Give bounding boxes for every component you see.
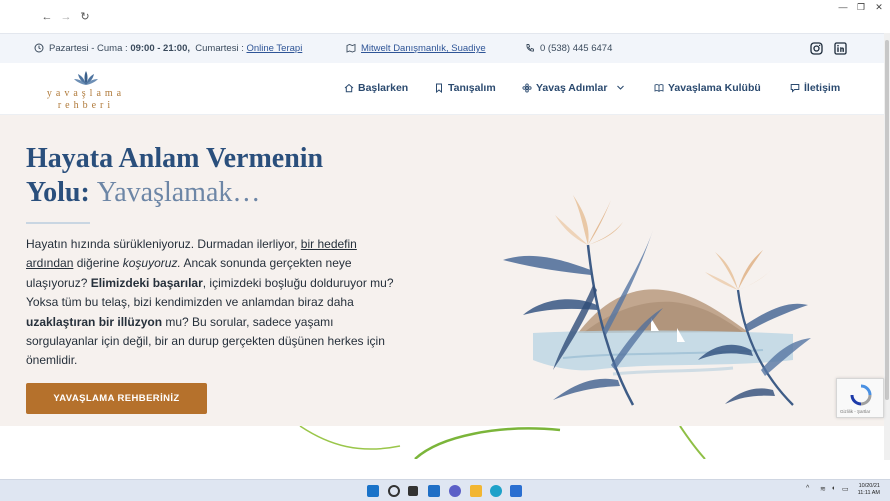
top-info-bar: Pazartesi - Cuma : 09:00 - 21:00, Cumart… <box>0 33 884 63</box>
close-icon[interactable]: ✕ <box>872 2 886 12</box>
battery-icon[interactable]: ▭ <box>842 485 849 493</box>
recaptcha-badge[interactable]: Gizlilik - Şartlar <box>836 378 884 418</box>
decorative-curves <box>299 425 706 460</box>
search-icon[interactable] <box>388 485 400 497</box>
logo-line-1: yavaşlama <box>46 88 126 99</box>
hero-illustration <box>503 195 811 406</box>
hero-section: Hayata Anlam Vermenin Yolu: Yavaşlamak… … <box>0 115 884 426</box>
hours-saturday-prefix: Cumartesi : <box>195 43 247 54</box>
browser-toolbar: ← → ↻ — ❐ ✕ <box>0 0 890 33</box>
nav-item-yavaslama-kulubu[interactable]: Yavaşlama Kulübü <box>654 82 761 94</box>
nav-item-tanisalim[interactable]: Tanışalım <box>434 82 496 94</box>
hero-title-line-1: Hayata Anlam Vermenin <box>26 143 324 174</box>
guide-cta-button[interactable]: YAVAŞLAMA REHBERİNİZ <box>26 383 207 414</box>
clock-date: 10/20/21 <box>858 483 880 489</box>
forward-arrow-icon[interactable]: → <box>60 11 72 23</box>
nav-item-baslarken[interactable]: Başlarken <box>344 82 408 94</box>
book-icon <box>654 84 664 92</box>
file-explorer-icon[interactable] <box>470 485 482 497</box>
minimize-icon[interactable]: — <box>836 2 850 12</box>
hero-title-accent: Yavaşlamak… <box>96 177 261 208</box>
back-arrow-icon[interactable]: ← <box>41 11 53 23</box>
map-icon <box>346 43 356 53</box>
start-icon[interactable] <box>367 485 379 497</box>
hours-prefix: Pazartesi - Cuma : <box>49 43 131 54</box>
address-link[interactable]: Mitwelt Danışmanlık, Suadiye <box>361 43 486 54</box>
recaptcha-icon <box>850 384 872 406</box>
system-clock[interactable]: 10/20/21 11:11 AM <box>852 483 880 497</box>
instagram-icon[interactable] <box>810 42 828 56</box>
address-info: Mitwelt Danışmanlık, Suadiye <box>346 43 486 54</box>
hours-weekday: 09:00 - 21:00, <box>130 43 190 54</box>
phone-number[interactable]: 0 (538) 445 6474 <box>540 43 612 54</box>
para-italic: koşuyoruz. <box>122 256 181 271</box>
next-section-preview <box>0 425 884 460</box>
phone-info: 0 (538) 445 6474 <box>525 43 612 54</box>
os-taskbar: ^ ≋ ◖ ▭ 10/20/21 11:11 AM <box>0 479 890 501</box>
site-header: yavaşlama rehberi Başlarken Tanışalım Ya… <box>0 63 884 115</box>
edge-browser-icon[interactable] <box>490 485 502 497</box>
restore-icon[interactable]: ❐ <box>854 2 868 12</box>
chevron-down-icon <box>617 85 625 90</box>
bookmark-icon <box>436 83 442 94</box>
scrollbar-thumb[interactable] <box>885 40 889 400</box>
title-divider <box>26 222 90 224</box>
nav-label: Yavaşlama Kulübü <box>668 82 761 94</box>
lotus-icon <box>74 71 98 85</box>
para-bold: uzaklaştıran bir illüzyon <box>26 314 163 329</box>
widgets-icon[interactable] <box>428 485 440 497</box>
nav-label: Tanışalım <box>448 82 496 94</box>
wifi-icon[interactable]: ≋ <box>820 485 826 493</box>
online-therapy-link[interactable]: Online Terapi <box>247 43 303 54</box>
site-logo[interactable]: yavaşlama rehberi <box>38 68 134 112</box>
hero-paragraph: Hayatın hızında sürükleniyoruz. Durmadan… <box>26 235 406 371</box>
hero-title: Hayata Anlam Vermenin Yolu: Yavaşlamak… <box>26 142 446 210</box>
chat-app-icon[interactable] <box>449 485 461 497</box>
nav-label: Başlarken <box>358 82 409 94</box>
clock-time: 11:11 AM <box>857 490 880 496</box>
para-bold: Elimizdeki başarılar <box>90 275 203 290</box>
recaptcha-terms[interactable]: Gizlilik - Şartlar <box>840 409 870 414</box>
logo-line-2: rehberi <box>57 100 115 111</box>
nav-item-iletisim[interactable]: İletişim <box>790 82 840 94</box>
nav-label: İletişim <box>804 82 841 94</box>
reload-icon[interactable]: ↻ <box>79 11 91 23</box>
opening-hours: Pazartesi - Cuma : 09:00 - 21:00, Cumart… <box>34 43 302 54</box>
para-text: Hayatın hızında sürükleniyoruz. Durmadan… <box>26 237 301 251</box>
hero-title-line-2a: Yolu: <box>26 177 97 208</box>
clock-icon <box>34 43 44 53</box>
linkedin-icon[interactable] <box>834 42 852 56</box>
home-icon <box>344 83 354 93</box>
para-text: diğerine <box>73 256 123 271</box>
nav-label: Yavaş Adımlar <box>536 82 608 94</box>
flower-icon <box>522 83 532 93</box>
task-view-icon[interactable] <box>408 486 418 496</box>
store-icon[interactable] <box>510 485 522 497</box>
phone-icon <box>526 44 534 52</box>
chat-icon <box>790 84 800 93</box>
nav-item-yavas-adimlar[interactable]: Yavaş Adımlar <box>522 82 629 94</box>
volume-icon[interactable]: ◖ <box>831 485 835 492</box>
tray-chevron-icon[interactable]: ^ <box>806 485 809 492</box>
